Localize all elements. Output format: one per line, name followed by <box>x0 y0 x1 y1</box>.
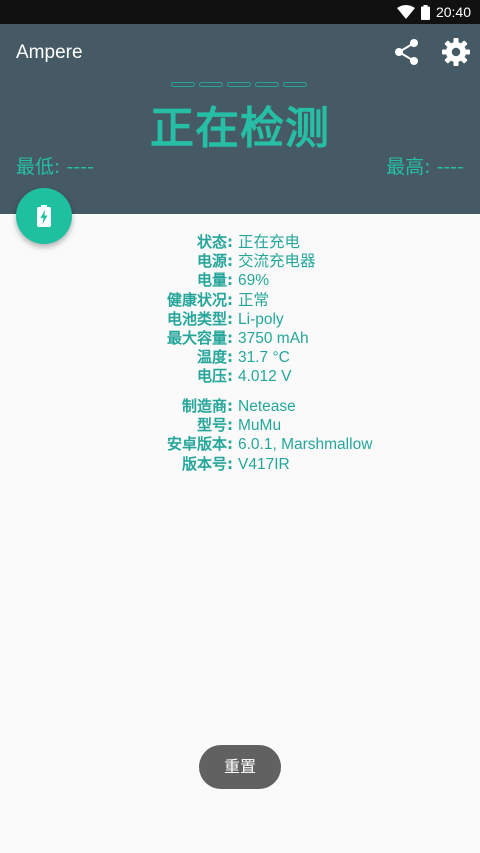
info-label: 电源: <box>197 252 233 271</box>
info-value: V417IR <box>238 455 290 473</box>
status-time: 20:40 <box>435 4 471 20</box>
info-row-manufacturer: 制造商: Netease <box>0 397 480 416</box>
info-value: 69% <box>238 272 270 290</box>
info-row-battery-type: 电池类型: Li-poly <box>0 310 480 329</box>
info-row-build-number: 版本号: V417IR <box>0 455 480 474</box>
app-title: Ampere <box>16 42 83 63</box>
info-row-model: 型号: MuMu <box>0 416 480 435</box>
info-value: 交流充电器 <box>238 253 316 271</box>
info-row-capacity: 最大容量: 3750 mAh <box>0 329 480 348</box>
info-label: 健康状况: <box>167 290 233 309</box>
info-label: 电量: <box>197 271 233 290</box>
share-icon[interactable] <box>391 36 423 68</box>
gear-icon[interactable] <box>440 36 472 68</box>
dash-segment <box>199 82 223 87</box>
min-reading: 最低: ---- <box>16 156 94 178</box>
info-row-power-source: 电源: 交流充电器 <box>0 252 480 271</box>
status-bar-right: 20:40 <box>396 0 471 24</box>
device-info-list: 制造商: Netease 型号: MuMu 安卓版本: 6.0.1, Marsh… <box>0 397 480 474</box>
progress-dashes <box>171 82 307 87</box>
info-value: 4.012 V <box>238 368 292 386</box>
status-bar: 20:40 <box>0 0 480 24</box>
info-value: 正在充电 <box>238 234 301 251</box>
info-row-temperature: 温度: 31.7 °C <box>0 348 480 367</box>
info-value: 6.0.1, Marshmallow <box>238 436 373 454</box>
dash-segment <box>171 82 195 87</box>
info-value: 31.7 °C <box>238 349 290 367</box>
info-value: MuMu <box>238 417 282 435</box>
header: Ampere 正在检测 最低: ---- 最高: ---- <box>0 24 480 214</box>
info-label: 版本号: <box>182 454 233 473</box>
dash-segment <box>283 82 307 87</box>
info-row-android-version: 安卓版本: 6.0.1, Marshmallow <box>0 435 480 454</box>
battery-charging-icon <box>37 205 51 227</box>
info-value: 3750 mAh <box>238 329 309 347</box>
info-value: 正常 <box>238 291 270 309</box>
info-row-voltage: 电压: 4.012 V <box>0 367 480 386</box>
info-row-health: 健康状况: 正常 <box>0 291 480 310</box>
info-label: 最大容量: <box>167 328 233 347</box>
info-label: 状态: <box>197 233 233 251</box>
battery-status-icon <box>420 4 430 20</box>
info-label: 温度: <box>197 348 233 367</box>
dash-segment <box>227 82 251 87</box>
info-value: Li-poly <box>238 310 284 328</box>
info-row-level: 电量: 69% <box>0 271 480 290</box>
info-label: 电池类型: <box>167 309 233 328</box>
info-label: 型号: <box>197 416 233 435</box>
max-reading: 最高: ---- <box>386 156 464 178</box>
wifi-icon <box>396 5 415 19</box>
info-row-status: 状态: 正在充电 <box>0 233 480 252</box>
dash-segment <box>255 82 279 87</box>
battery-info-list: 状态: 正在充电 电源: 交流充电器 电量: 69% 健康状况: 正常 电池类型… <box>0 233 480 387</box>
info-label: 安卓版本: <box>167 435 233 454</box>
measuring-status: 正在检测 <box>150 103 330 154</box>
reset-button[interactable]: 重置 <box>199 745 281 789</box>
info-label: 制造商: <box>182 397 233 415</box>
info-value: Netease <box>238 398 296 415</box>
info-label: 电压: <box>197 367 233 386</box>
